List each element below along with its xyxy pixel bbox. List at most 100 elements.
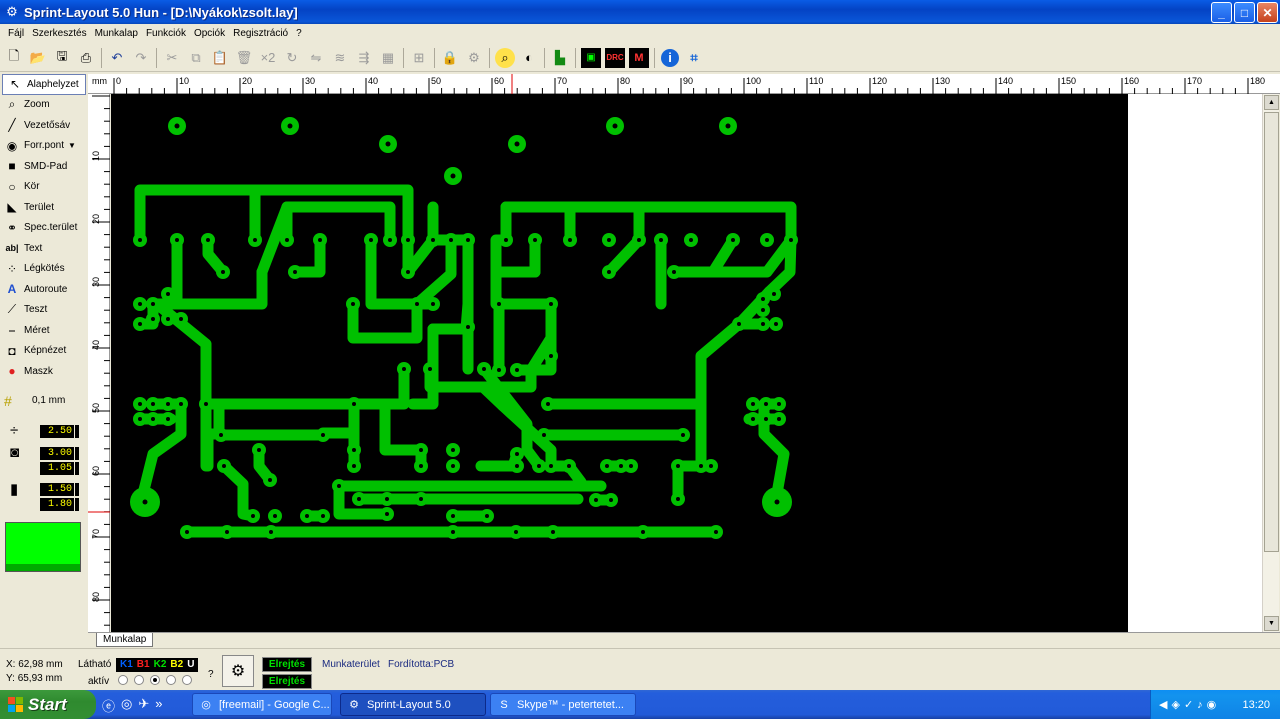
pad-outer-field[interactable]: 3.00 xyxy=(40,447,74,460)
messenger-icon[interactable]: ✈ xyxy=(138,696,149,715)
layer-radio-k2[interactable] xyxy=(150,675,160,685)
connect-icon[interactable]: ⊞ xyxy=(407,46,431,70)
layer-radio-b2[interactable] xyxy=(166,675,176,685)
tool-kor[interactable]: ○ Kör xyxy=(0,177,88,198)
smd-width-field[interactable]: 1.50 xyxy=(40,483,74,496)
delete-icon[interactable]: 🗑 xyxy=(232,46,256,70)
title-bar[interactable]: ⚙ Sprint-Layout 5.0 Hun - [D:\Nyákok\zso… xyxy=(0,0,1280,24)
layer-help[interactable]: ? xyxy=(208,669,214,680)
tool-smd-pad[interactable]: ■ SMD-Pad xyxy=(0,156,88,177)
layer-tool-button[interactable]: ⚙ xyxy=(222,655,254,687)
open-folder-icon[interactable]: 📂 xyxy=(26,46,50,70)
spin-control[interactable] xyxy=(75,462,79,475)
cut-icon[interactable]: ✂ xyxy=(160,46,184,70)
track-width-field[interactable]: 2.50 xyxy=(40,425,74,438)
hide-button-2[interactable]: Elrejtés xyxy=(262,674,312,689)
tool-forrpont[interactable]: ◉ Forr.pont ▼ xyxy=(0,136,88,157)
copper-track[interactable] xyxy=(218,460,259,522)
menu-regisztracio[interactable]: Regisztráció xyxy=(229,28,292,39)
macro-icon[interactable]: M xyxy=(629,47,649,68)
copper-track[interactable] xyxy=(379,398,427,472)
layer-radio-k1[interactable] xyxy=(118,675,128,685)
layer-b1-toggle[interactable]: B1 xyxy=(135,658,152,672)
task-chrome[interactable]: ◎ [freemail] - Google C... xyxy=(192,693,332,716)
spin-control[interactable] xyxy=(75,447,79,460)
tool-maszk[interactable]: ● Maszk xyxy=(0,361,88,382)
quicklaunch-chevron[interactable]: » xyxy=(155,696,162,715)
layer-u-toggle[interactable]: U xyxy=(185,658,196,672)
tool-vezetosav[interactable]: ╱ Vezetősáv xyxy=(0,115,88,136)
tool-text[interactable]: ab| Text xyxy=(0,238,88,259)
skype-tray-icon[interactable]: ✓ xyxy=(1184,698,1193,711)
group-icon[interactable]: ▦ xyxy=(376,46,400,70)
maximize-button[interactable]: □ xyxy=(1234,2,1255,23)
pcb-canvas[interactable] xyxy=(111,94,1128,632)
spin-control[interactable] xyxy=(75,498,79,511)
drc-icon[interactable]: DRC xyxy=(605,47,625,68)
tool-teszt[interactable]: ⟋ Teszt xyxy=(0,300,88,321)
unlock-icon[interactable]: ⚙ xyxy=(462,46,486,70)
vertical-scrollbar[interactable]: ▲ ▼ xyxy=(1262,94,1279,632)
close-button[interactable]: ✕ xyxy=(1257,2,1278,23)
ie-icon[interactable]: ⓔ xyxy=(102,696,115,715)
mirror-icon[interactable]: ⇋ xyxy=(304,46,328,70)
layer-color-swatch[interactable] xyxy=(5,522,81,572)
align-icon[interactable]: ≋ xyxy=(328,46,352,70)
rotate-icon[interactable]: ↻ xyxy=(280,46,304,70)
scroll-down-arrow-icon[interactable]: ▼ xyxy=(1264,616,1279,631)
menu-opciok[interactable]: Opciók xyxy=(190,28,229,39)
crop-icon[interactable]: ⌗ xyxy=(682,46,706,70)
layer-radio-b1[interactable] xyxy=(134,675,144,685)
route-icon[interactable]: ⇶ xyxy=(352,46,376,70)
sprint-layout-app-icon[interactable]: ⚙ xyxy=(4,4,20,20)
tool-legkotes[interactable]: ⁘ Légkötés xyxy=(0,259,88,280)
copper-track[interactable] xyxy=(695,318,745,472)
security-icon[interactable]: ◉ xyxy=(1207,698,1217,711)
menu-help[interactable]: ? xyxy=(292,28,306,39)
component-icon[interactable]: ▙ xyxy=(548,46,572,70)
menu-fajl[interactable]: Fájl xyxy=(4,28,28,39)
chrome-icon[interactable]: ◎ xyxy=(121,696,132,715)
layer-b2-toggle[interactable]: B2 xyxy=(168,658,185,672)
tool-autoroute[interactable]: A Autoroute xyxy=(0,279,88,300)
copper-track[interactable] xyxy=(500,201,797,278)
tool-kepnezet[interactable]: ◘ Képnézet xyxy=(0,341,88,362)
sheet-tab-munkalap[interactable]: Munkalap xyxy=(96,633,154,647)
network-icon[interactable]: ◈ xyxy=(1171,698,1179,711)
transparency-icon[interactable]: ◐ xyxy=(517,46,541,70)
tool-zoom[interactable]: ⌕ Zoom xyxy=(0,95,88,116)
task-skype[interactable]: S Skype™ - petertetet... xyxy=(490,693,636,716)
layer-radio-u[interactable] xyxy=(182,675,192,685)
task-sprint-layout[interactable]: ⚙ Sprint-Layout 5.0 xyxy=(340,693,486,716)
smd-height-field[interactable]: 1.80 xyxy=(40,498,74,511)
layer-k1-toggle[interactable]: K1 xyxy=(118,658,135,672)
paste-icon[interactable]: 📋 xyxy=(208,46,232,70)
hide-button-1[interactable]: Elrejtés xyxy=(262,657,312,672)
minimize-button[interactable]: _ xyxy=(1211,2,1232,23)
zoom-icon[interactable]: ⌕ xyxy=(495,47,515,68)
pad-inner-field[interactable]: 1.05 xyxy=(40,462,74,475)
tool-spec-terulet[interactable]: ⚭ Spec.terület xyxy=(0,218,88,239)
undo-icon[interactable]: ↶ xyxy=(105,46,129,70)
duplicate-icon[interactable]: ×2 xyxy=(256,46,280,70)
dropdown-caret-icon[interactable]: ▼ xyxy=(68,141,76,150)
tray-expand-icon[interactable]: ◀ xyxy=(1159,698,1167,711)
layer-k2-toggle[interactable]: K2 xyxy=(152,658,169,672)
redo-icon[interactable]: ↷ xyxy=(129,46,153,70)
terminal-icon[interactable]: ▣ xyxy=(581,47,601,68)
tool-terulet[interactable]: ◣ Terület xyxy=(0,197,88,218)
lock-icon[interactable]: 🔒 xyxy=(438,46,462,70)
new-file-icon[interactable]: 🗋 xyxy=(2,46,26,70)
save-icon[interactable]: 🖫 xyxy=(50,46,74,70)
start-button[interactable]: Start xyxy=(0,690,96,719)
tool-meret[interactable]: ⎯ Méret xyxy=(0,320,88,341)
menu-szerkesztes[interactable]: Szerkesztés xyxy=(28,28,90,39)
menu-funkciok[interactable]: Funkciók xyxy=(142,28,190,39)
volume-icon[interactable]: ♪ xyxy=(1197,699,1203,711)
copy-icon[interactable]: ⧉ xyxy=(184,46,208,70)
spin-control[interactable] xyxy=(75,425,79,438)
grid-size[interactable]: #0,1 mm xyxy=(0,390,88,412)
spin-control[interactable] xyxy=(75,483,79,496)
scroll-thumb[interactable] xyxy=(1264,112,1279,552)
scroll-up-arrow-icon[interactable]: ▲ xyxy=(1264,95,1279,110)
